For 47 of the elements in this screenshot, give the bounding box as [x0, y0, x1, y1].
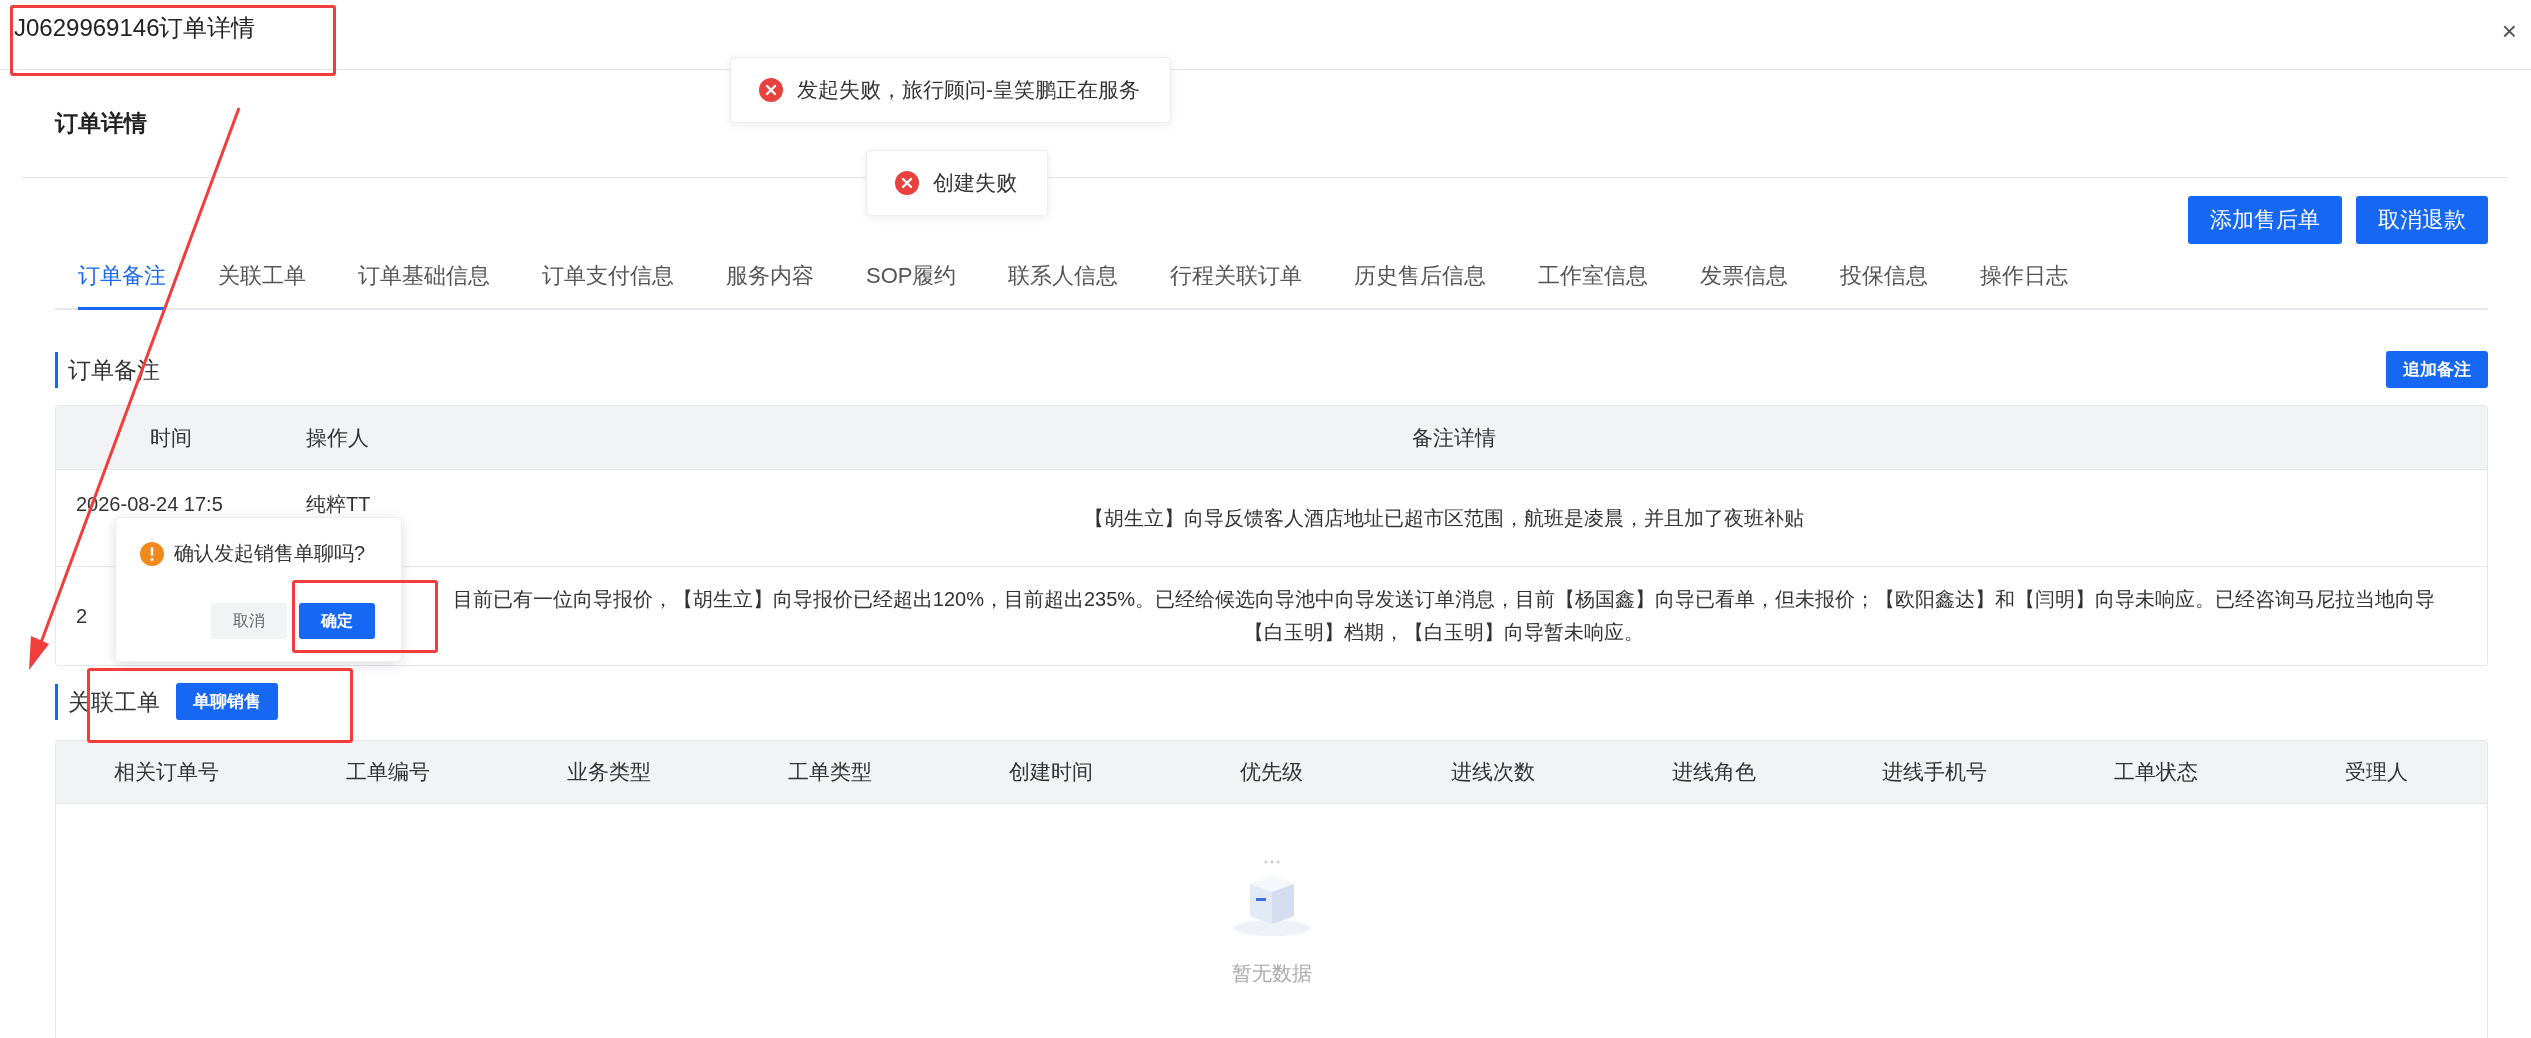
tab[interactable]: SOP履约 — [866, 244, 957, 310]
column-header: 受理人 — [2344, 759, 2409, 785]
tab[interactable]: 关联工单 — [218, 244, 306, 310]
confirm-message: 确认发起销售单聊吗? — [174, 541, 366, 566]
window-title: J0629969146订单详情 — [14, 13, 256, 43]
column-header: 进线手机号 — [1881, 759, 1988, 785]
toast-text: 创建失败 — [933, 170, 1017, 196]
confirm-button[interactable]: 确定 — [299, 603, 375, 639]
column-header: 相关订单号 — [113, 759, 220, 785]
tab[interactable]: 订单备注 — [78, 244, 166, 310]
column-header: 工单编号 — [344, 759, 431, 785]
error-icon — [895, 171, 919, 195]
table-cell-text: 【胡生立】向导反馈客人酒店地址已超市区范围，航班是凌晨，并且加了夜班补贴 — [1084, 505, 1804, 531]
tab[interactable]: 操作日志 — [1980, 244, 2069, 310]
tab[interactable]: 服务内容 — [726, 244, 814, 310]
column-header: 业务类型 — [565, 759, 652, 785]
table-cell-text: 目前已有一位向导报价，【胡生立】向导报价已经超出120%，目前超出235%。已经给候选向导池中向导发送订单消息，目前【杨国鑫】向导已看单，但未报价；【欧阳鑫达】和【闫明】向导未响应。已经咨询马尼拉当地向导【白玉明】档期，【白玉明】向导暂未响应。 — [451, 587, 2437, 645]
table-cell-text: 纯粹TT — [306, 492, 371, 517]
tab[interactable]: 订单基础信息 — [358, 244, 490, 310]
tab[interactable]: 行程关联订单 — [1170, 244, 1303, 310]
action-button[interactable]: 添加售后单 — [2188, 196, 2342, 244]
table-cell-text: 2 — [76, 603, 88, 629]
error-icon — [759, 78, 783, 102]
tab[interactable]: 历史售后信息 — [1354, 244, 1487, 310]
warning-icon — [140, 541, 164, 566]
column-header: 操作人 — [305, 424, 370, 451]
tab[interactable]: 工作室信息 — [1538, 244, 1649, 310]
column-header: 创建时间 — [1007, 759, 1094, 785]
cancel-button[interactable]: 取消 — [211, 603, 287, 639]
action-button[interactable]: 取消退款 — [2356, 196, 2488, 244]
add-note-button[interactable]: 追加备注 — [2386, 351, 2488, 388]
toast-text: 发起失败，旅行顾问-皇笑鹏正在服务 — [797, 77, 1140, 103]
page-title: 订单详情 — [55, 109, 147, 138]
column-header: 进线次数 — [1449, 759, 1536, 785]
column-header: 时间 — [149, 424, 193, 451]
tab[interactable]: 联系人信息 — [1008, 244, 1119, 310]
column-header: 进线角色 — [1670, 759, 1757, 785]
column-header: 优先级 — [1239, 759, 1304, 785]
column-header: 工单类型 — [786, 759, 873, 785]
tab[interactable]: 发票信息 — [1700, 244, 1789, 310]
chat-sales-button[interactable]: 单聊销售 — [176, 683, 278, 720]
column-header: 备注详情 — [1411, 424, 1497, 451]
empty-text: 暂无数据 — [1231, 960, 1312, 986]
close-button[interactable]: × — [2501, 16, 2517, 47]
tab[interactable]: 投保信息 — [1840, 244, 1929, 310]
column-header: 工单状态 — [2112, 759, 2199, 785]
tab[interactable]: 订单支付信息 — [542, 244, 674, 310]
